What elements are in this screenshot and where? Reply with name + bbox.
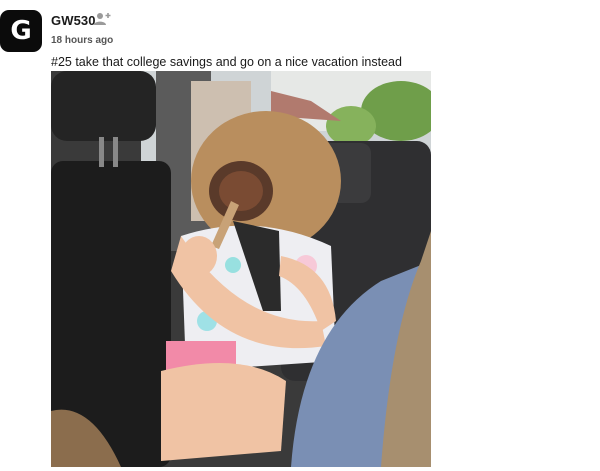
person-add-icon[interactable]: [94, 12, 112, 26]
car-interior-photo: [51, 71, 431, 467]
post-timestamp: 18 hours ago: [51, 35, 114, 46]
username-link[interactable]: GW530: [51, 13, 96, 28]
user-avatar[interactable]: G: [0, 10, 42, 52]
avatar-letter: G: [10, 16, 32, 46]
post-image[interactable]: [51, 71, 431, 467]
post-caption: #25 take that college savings and go on …: [51, 55, 402, 69]
